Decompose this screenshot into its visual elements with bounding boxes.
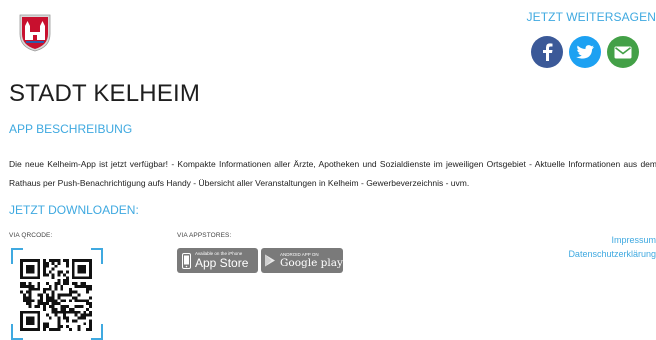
- app-description-text: Die neue Kelheim-App ist jetzt verfügbar…: [9, 155, 656, 193]
- app-store-button[interactable]: Available on the iPhone App Store: [177, 248, 258, 273]
- share-heading: JETZT WEITERSAGEN: [527, 10, 656, 24]
- mail-icon[interactable]: [607, 36, 639, 68]
- iphone-icon: [182, 253, 191, 269]
- app-description-heading: APP BESCHREIBUNG: [9, 122, 132, 136]
- qr-frame-corner: [91, 248, 103, 264]
- facebook-icon[interactable]: [531, 36, 563, 68]
- google-play-icon: [264, 254, 276, 267]
- qr-code-image[interactable]: [20, 259, 92, 331]
- privacy-link[interactable]: Datenschutzerklärung: [568, 247, 656, 261]
- page-title: STADT KELHEIM: [9, 80, 200, 108]
- footer-links: Impressum Datenschutzerklärung: [568, 233, 656, 261]
- app-store-label: App Store: [195, 257, 248, 269]
- qr-code-frame: [11, 248, 103, 340]
- qr-label: VIA QRCODE:: [9, 232, 52, 239]
- stores-label: VIA APPSTORES:: [177, 232, 231, 239]
- twitter-icon[interactable]: [569, 36, 601, 68]
- city-crest-icon: [19, 14, 51, 52]
- impressum-link[interactable]: Impressum: [568, 233, 656, 247]
- download-heading: JETZT DOWNLOADEN:: [9, 203, 139, 217]
- google-play-label: Google play: [280, 258, 343, 269]
- google-play-button[interactable]: ANDROID APP ON Google play: [261, 248, 343, 273]
- share-icons: [531, 36, 639, 68]
